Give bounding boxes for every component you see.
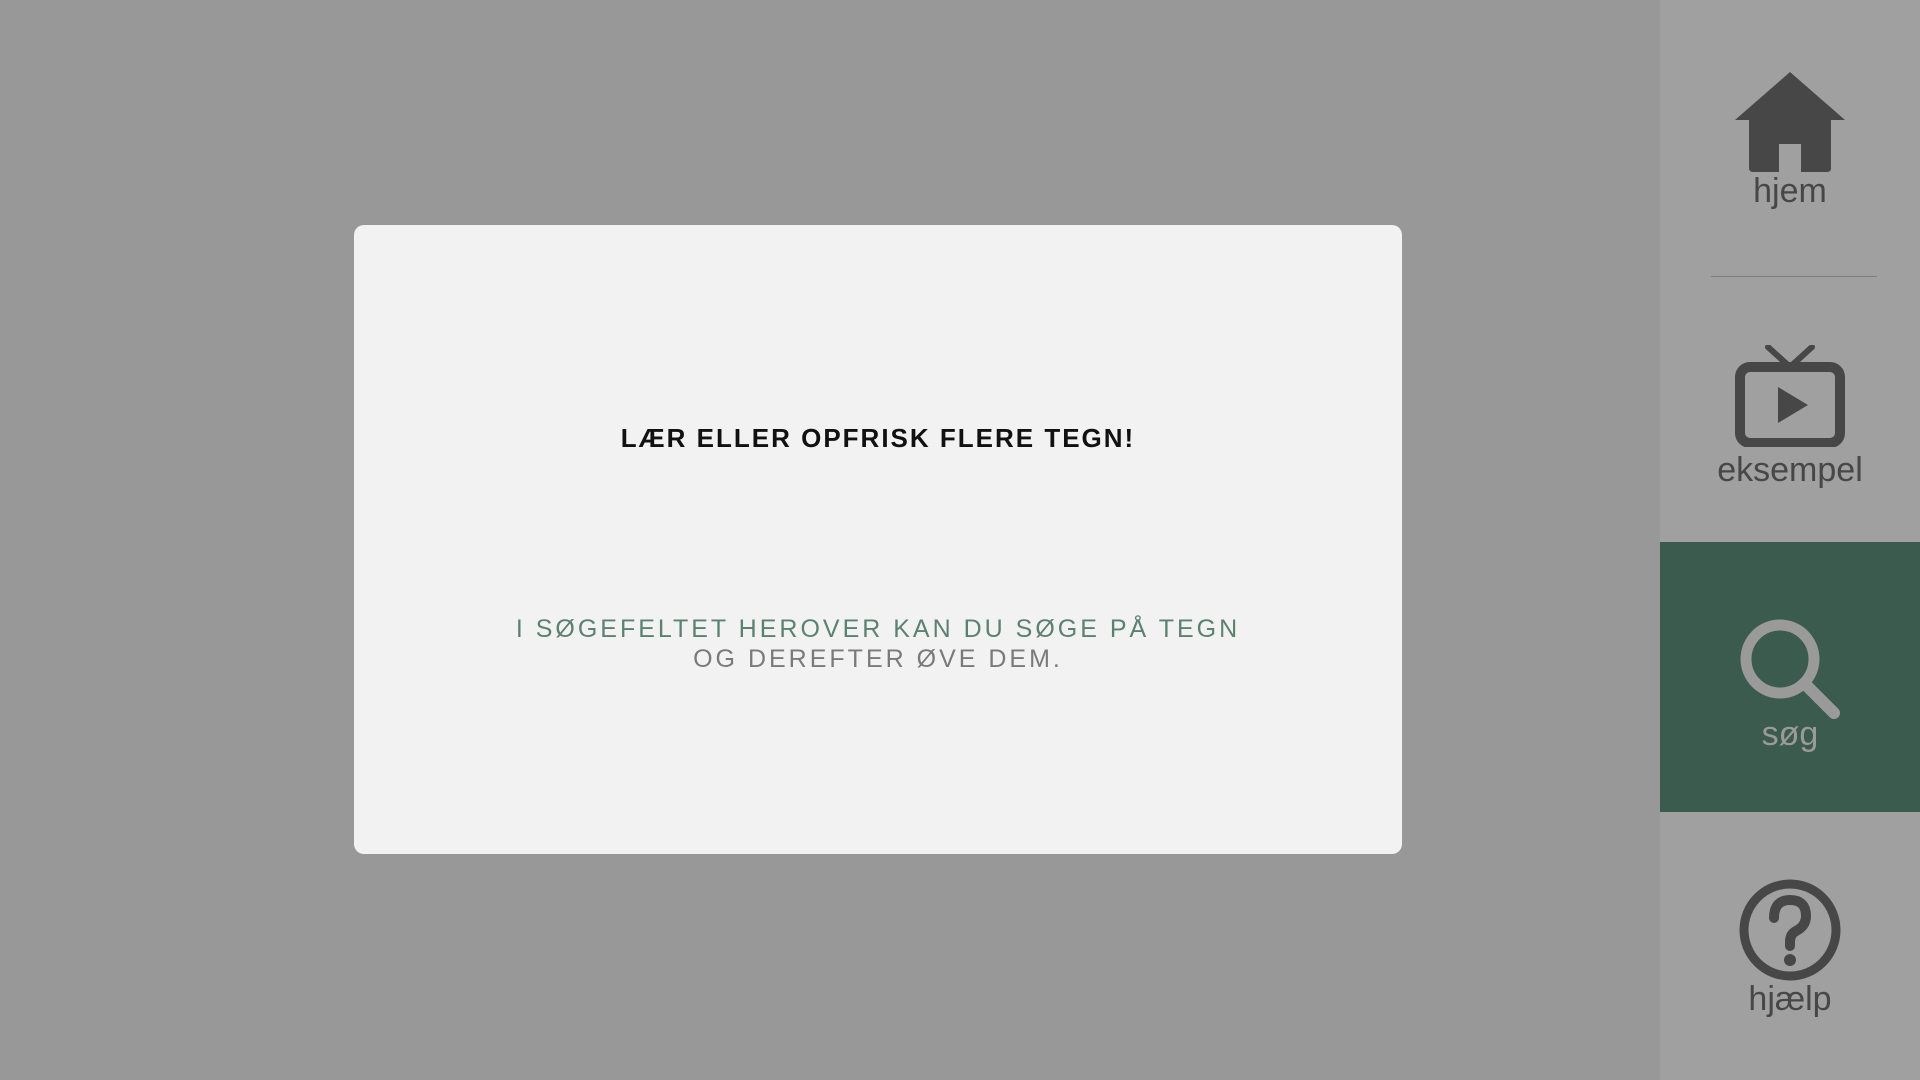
sidebar-nav: hjem eksempel søg hjælp bbox=[1660, 0, 1920, 1080]
sidebar-item-example[interactable]: eksempel bbox=[1660, 277, 1920, 541]
sidebar-item-search[interactable]: søg bbox=[1660, 542, 1920, 812]
home-icon bbox=[1735, 72, 1845, 177]
dialog-message: I SØGEFELTET HEROVER KAN DU SØGE PÅ TEGN… bbox=[354, 614, 1402, 674]
search-icon bbox=[1738, 617, 1842, 726]
sidebar-item-label: eksempel bbox=[1717, 451, 1863, 489]
dialog-message-line-1: I SØGEFELTET HEROVER KAN DU SØGE PÅ TEGN bbox=[515, 615, 1241, 643]
dialog-message-line-2: OG DEREFTER ØVE DEM. bbox=[693, 645, 1063, 673]
sidebar-item-label: hjem bbox=[1753, 172, 1827, 210]
sidebar-item-home[interactable]: hjem bbox=[1660, 0, 1920, 276]
sidebar-item-label: hjælp bbox=[1748, 980, 1832, 1018]
info-dialog: LÆR ELLER OPFRISK FLERE TEGN! I SØGEFELT… bbox=[354, 225, 1402, 854]
sidebar-divider bbox=[1711, 276, 1877, 277]
sidebar-item-help[interactable]: hjælp bbox=[1660, 814, 1920, 1080]
help-icon bbox=[1738, 878, 1842, 987]
tv-play-icon bbox=[1734, 344, 1846, 452]
dialog-title: LÆR ELLER OPFRISK FLERE TEGN! bbox=[620, 423, 1136, 453]
sidebar-item-label: søg bbox=[1761, 715, 1819, 753]
